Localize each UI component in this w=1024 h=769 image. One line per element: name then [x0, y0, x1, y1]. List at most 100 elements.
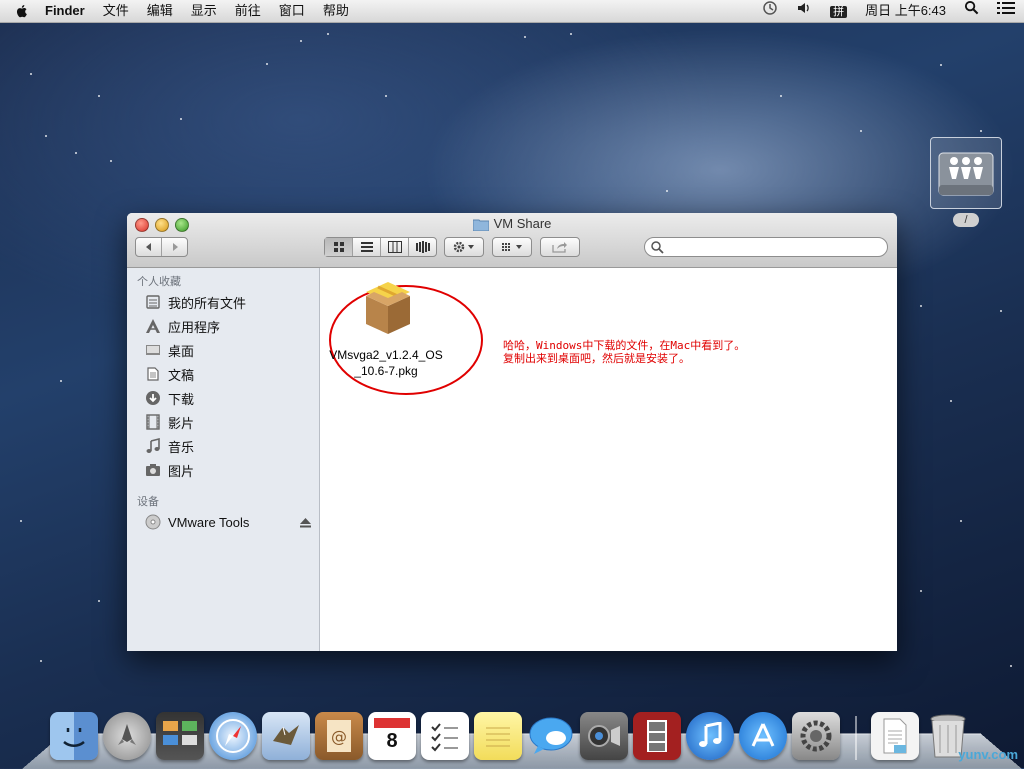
mail-icon[interactable]: [262, 712, 310, 760]
annotation-line-1: 哈哈，Windows中下载的文件，在Mac中看到了。: [503, 339, 746, 352]
notes-icon[interactable]: [474, 712, 522, 760]
clock[interactable]: 周日 上午6:43: [856, 0, 955, 22]
sidebar-item-movies[interactable]: 影片: [127, 410, 319, 434]
sidebar-item-documents[interactable]: 文稿: [127, 362, 319, 386]
arrange-button[interactable]: [492, 237, 532, 257]
sidebar-item-vmware-tools[interactable]: VMware Tools: [127, 510, 319, 534]
sidebar-item-downloads[interactable]: 下载: [127, 386, 319, 410]
calendar-day: 8: [386, 729, 398, 752]
photo-booth-icon[interactable]: [633, 712, 681, 760]
share-button[interactable]: [540, 237, 580, 257]
all-files-icon: [145, 294, 161, 310]
list-view-button[interactable]: [353, 238, 381, 256]
back-button[interactable]: [136, 238, 162, 256]
coverflow-view-button[interactable]: [409, 238, 436, 256]
sidebar-item-label: 桌面: [168, 343, 195, 359]
sidebar-item-label: 影片: [168, 415, 195, 431]
share-icon: [552, 242, 567, 253]
back-arrow-icon: [145, 243, 151, 251]
safari-icon[interactable]: [209, 712, 257, 760]
launchpad-icon[interactable]: [103, 712, 151, 760]
watermark: yunv.com: [958, 747, 1018, 762]
sidebar-item-label: 应用程序: [168, 319, 221, 335]
notification-center-icon[interactable]: [988, 0, 1024, 22]
contacts-icon[interactable]: @: [315, 712, 363, 760]
menu-window[interactable]: 窗口: [270, 0, 314, 22]
search-field[interactable]: [644, 237, 888, 257]
ime-label: 拼: [830, 6, 848, 18]
column-view-icon: [387, 241, 402, 253]
menu-view[interactable]: 显示: [182, 0, 226, 22]
menu-bar: Finder 文件 编辑 显示 前往 窗口 帮助 拼 周日 上午6:43: [0, 0, 1024, 23]
annotation-text: 哈哈，Windows中下载的文件，在Mac中看到了。 复制出来到桌面吧，然后就是…: [503, 339, 745, 365]
sidebar-item-label: VMware Tools: [168, 514, 250, 530]
icon-view-icon: [333, 242, 344, 252]
forward-button[interactable]: [162, 238, 187, 256]
documents-icon: [145, 366, 161, 382]
movies-icon: [145, 414, 161, 430]
window-title: VM Share: [127, 216, 897, 234]
list-view-icon: [360, 242, 373, 252]
sidebar-item-label: 我的所有文件: [168, 295, 247, 311]
sidebar-item-music[interactable]: 音乐: [127, 434, 319, 458]
facetime-icon[interactable]: [580, 712, 628, 760]
annotation-line-2: 复制出来到桌面吧，然后就是安装了。: [503, 352, 690, 365]
sidebar-item-desktop[interactable]: 桌面: [127, 338, 319, 362]
desktop-icon: [145, 342, 161, 358]
devices-header: 设备: [137, 496, 159, 508]
itunes-icon[interactable]: [686, 712, 734, 760]
app-menu-finder[interactable]: Finder: [36, 0, 94, 22]
share-content: [541, 238, 579, 256]
drive-label: /: [953, 213, 979, 227]
arrange-content: [493, 238, 531, 256]
sidebar-item-label: 下载: [168, 391, 195, 407]
forward-arrow-icon: [172, 243, 178, 251]
file-item[interactable]: VMsvga2_v1.2.4_OS_10.6-7.pkg: [328, 280, 448, 379]
app-store-icon[interactable]: [739, 712, 787, 760]
icon-view-button[interactable]: [325, 238, 353, 256]
pictures-icon: [145, 462, 161, 478]
input-method-icon[interactable]: 拼: [821, 0, 856, 22]
sidebar: 个人收藏 我的所有文件 应用程序 桌面 文稿 下载 影片 音乐 图片 设备 VM…: [127, 268, 320, 651]
search-icon: [651, 241, 664, 254]
search-input[interactable]: [667, 239, 881, 257]
sidebar-item-all-files[interactable]: 我的所有文件: [127, 290, 319, 314]
window-titlebar[interactable]: VM Share: [127, 213, 897, 268]
sidebar-item-pictures[interactable]: 图片: [127, 458, 319, 482]
package-icon: [366, 282, 410, 334]
shared-drive-icon[interactable]: [930, 137, 1002, 209]
downloads-icon: [145, 390, 161, 406]
spotlight-icon[interactable]: [955, 0, 988, 22]
menu-file[interactable]: 文件: [94, 0, 138, 22]
reminders-icon[interactable]: [421, 712, 469, 760]
dock-separator: [855, 716, 857, 760]
messages-icon[interactable]: [527, 712, 575, 760]
gear-icon: [453, 241, 474, 253]
volume-icon[interactable]: [787, 0, 821, 22]
menu-go[interactable]: 前往: [226, 0, 270, 22]
sidebar-item-label: 图片: [168, 463, 195, 479]
favorites-header: 个人收藏: [137, 276, 181, 288]
time-machine-icon[interactable]: [753, 0, 787, 22]
eject-icon[interactable]: [300, 516, 311, 531]
back-forward-buttons: [135, 237, 188, 257]
finder-dock-icon[interactable]: [50, 712, 98, 760]
desktop-drive[interactable]: /: [930, 137, 1002, 227]
system-preferences-icon[interactable]: [792, 712, 840, 760]
file-browser-content: VMsvga2_v1.2.4_OS_10.6-7.pkg 哈哈，Windows中…: [320, 268, 897, 651]
menu-help[interactable]: 帮助: [314, 0, 358, 22]
action-menu-button[interactable]: [444, 237, 484, 257]
menu-edit[interactable]: 编辑: [138, 0, 182, 22]
apple-menu-icon[interactable]: [14, 3, 30, 19]
view-mode-buttons: [324, 237, 437, 257]
documents-stack-icon[interactable]: [871, 712, 919, 760]
calendar-icon[interactable]: 8: [368, 712, 416, 760]
window-title-text: VM Share: [493, 216, 552, 231]
mission-control-icon[interactable]: [156, 712, 204, 760]
sidebar-item-applications[interactable]: 应用程序: [127, 314, 319, 338]
action-menu-content: [445, 238, 483, 256]
arrange-icon: [502, 243, 522, 251]
column-view-button[interactable]: [381, 238, 409, 256]
file-name: VMsvga2_v1.2.4_OS_10.6-7.pkg: [329, 348, 443, 378]
sidebar-item-label: 音乐: [168, 439, 195, 455]
